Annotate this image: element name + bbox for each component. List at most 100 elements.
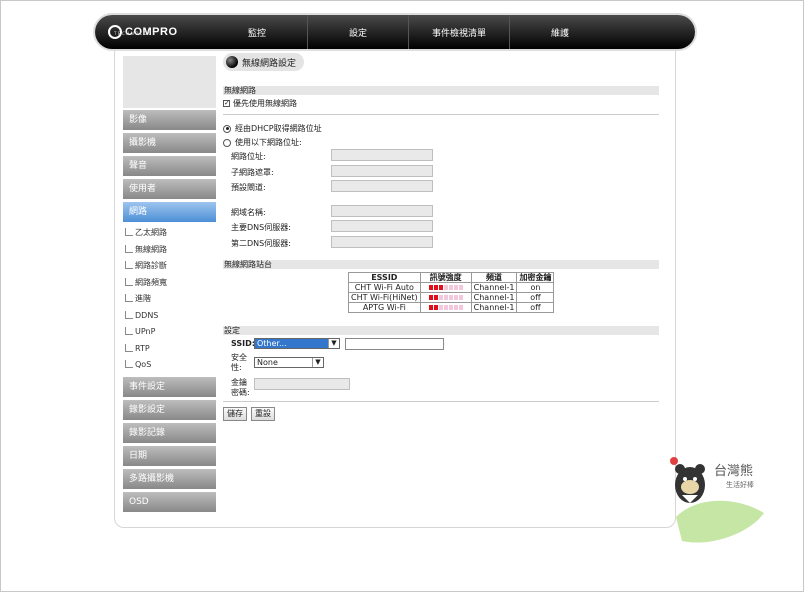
signal-strength-icon: [419, 292, 472, 303]
watermark-mascot-icon: 台灣熊 生活好棒: [670, 457, 764, 543]
dhcp-radio[interactable]: [223, 124, 231, 133]
dhcp-label: 經由DHCP取得網路位址: [235, 124, 322, 133]
sidebar-item-record-settings[interactable]: 錄影設定: [123, 399, 216, 420]
sidebar-subitem-label: 網路診斷: [135, 261, 167, 270]
sidebar: 影像 攝影機 聲音 使用者 網路 乙太網路 無線網路 網路診斷 網路頻寬 進階 …: [123, 110, 216, 515]
signal-strength-icon: [419, 282, 472, 293]
domain-name-label: 網域名稱:: [231, 208, 266, 217]
tree-branch-icon: [125, 343, 133, 352]
page-title: 無線網路設定: [223, 53, 305, 71]
sidebar-subitem-ethernet[interactable]: 乙太網路: [123, 225, 216, 242]
static-ip-label: 使用以下網路位址:: [235, 138, 302, 147]
encryption-cell: off: [516, 292, 555, 303]
encryption-cell: off: [516, 302, 555, 313]
sidebar-subitem-bandwidth[interactable]: 網路頻寬: [123, 275, 216, 292]
chevron-down-icon: ▼: [328, 339, 339, 348]
secondary-dns-field[interactable]: [331, 236, 433, 248]
nav-maintenance[interactable]: 維護: [509, 15, 610, 49]
sidebar-item-network[interactable]: 網路: [123, 202, 216, 222]
primary-dns-field[interactable]: [331, 220, 433, 232]
sidebar-subitem-label: 無線網路: [135, 244, 167, 254]
sidebar-item-users[interactable]: 使用者: [123, 179, 216, 199]
sidebar-subitem-label: 乙太網路: [135, 228, 167, 237]
table-row[interactable]: CHT Wi-Fi Auto Channel-1 on: [348, 282, 555, 293]
sidebar-item-image[interactable]: 影像: [123, 110, 216, 130]
column-header-channel: 頻道: [470, 272, 518, 283]
ip-address-label: 網路位址:: [231, 152, 266, 161]
ssid-input[interactable]: [345, 338, 444, 350]
key-label-cont: 密碼:: [231, 388, 250, 397]
camera-preview-thumbnail: [123, 56, 216, 108]
table-row[interactable]: APTG Wi-Fi Channel-1 off: [348, 302, 555, 313]
sidebar-subitem-upnp[interactable]: UPnP: [123, 324, 216, 341]
dhcp-row[interactable]: 經由DHCP取得網路位址: [223, 123, 322, 134]
sidebar-subitem-label: 進階: [135, 294, 151, 303]
sidebar-subitem-label: QoS: [135, 360, 152, 369]
prefer-wireless-row[interactable]: ✓ 優先使用無線網路: [223, 98, 297, 109]
domain-name-field[interactable]: [331, 205, 433, 217]
security-select-value: None: [257, 358, 278, 367]
svg-text:生活好棒: 生活好棒: [726, 480, 754, 489]
sidebar-subitem-label: UPnP: [135, 327, 156, 336]
tree-branch-icon: [125, 327, 133, 335]
channel-cell: Channel-1: [470, 282, 518, 293]
channel-cell: Channel-1: [470, 292, 518, 303]
security-select[interactable]: None ▼: [254, 357, 324, 368]
prefer-wireless-checkbox[interactable]: ✓: [223, 100, 230, 107]
static-ip-row[interactable]: 使用以下網路位址:: [223, 137, 302, 148]
nav-settings[interactable]: 設定: [307, 15, 408, 49]
tree-branch-icon: [125, 277, 133, 286]
sidebar-subitem-label: DDNS: [135, 310, 159, 320]
signal-strength-icon: [419, 302, 472, 313]
sidebar-item-event-settings[interactable]: 事件設定: [123, 376, 216, 397]
sidebar-item-osd[interactable]: OSD: [123, 491, 216, 512]
column-header-essid: ESSID: [348, 272, 421, 283]
subnet-mask-field[interactable]: [331, 165, 433, 177]
table-row[interactable]: CHT Wi-Fi(HiNet) Channel-1 off: [348, 292, 555, 303]
divider: [223, 114, 659, 115]
sidebar-item-record-log[interactable]: 錄影記錄: [123, 422, 216, 443]
sidebar-subitem-ddns[interactable]: DDNS: [123, 308, 216, 325]
gateway-label: 預設閘道:: [231, 183, 266, 192]
column-header-encryption: 加密金鑰: [516, 272, 555, 283]
reset-button[interactable]: 重設: [251, 407, 275, 421]
sidebar-subitem-rtp[interactable]: RTP: [123, 341, 216, 358]
sidebar-subitem-wireless[interactable]: 無線網路: [123, 242, 216, 259]
essid-cell[interactable]: CHT Wi-Fi Auto: [348, 282, 421, 293]
ssid-select-value: Other...: [257, 339, 287, 348]
nav-monitor[interactable]: 監控: [207, 15, 307, 49]
column-header-signal: 訊號強度: [419, 272, 472, 283]
subnet-mask-label: 子網路遮罩:: [231, 168, 274, 177]
ssid-select[interactable]: Other... ▼: [254, 338, 340, 349]
ssid-label: SSID:: [231, 339, 255, 348]
save-button[interactable]: 儲存: [223, 407, 247, 421]
gateway-field[interactable]: [331, 180, 433, 192]
essid-cell[interactable]: APTG Wi-Fi: [348, 302, 421, 313]
sidebar-item-date[interactable]: 日期: [123, 445, 216, 466]
main-content: 無線網路設定 無線網路 ✓ 優先使用無線網路 經由DHCP取得網路位址 使用以下…: [223, 53, 659, 421]
sidebar-item-multi-camera[interactable]: 多路攝影機: [123, 468, 216, 489]
tree-branch-icon: [125, 261, 133, 269]
sidebar-subitem-qos[interactable]: QoS: [123, 357, 216, 374]
static-ip-radio[interactable]: [223, 138, 231, 147]
svg-text:台灣熊: 台灣熊: [714, 463, 753, 479]
sidebar-item-camera[interactable]: 攝影機: [123, 133, 216, 153]
sidebar-subitem-label: 網路頻寬: [135, 277, 167, 287]
site-survey-table: ESSID 訊號強度 頻道 加密金鑰 CHT Wi-Fi Auto Channe…: [348, 272, 555, 313]
sidebar-subitem-advanced[interactable]: 進階: [123, 291, 216, 308]
tree-branch-icon: [125, 228, 133, 236]
section-site-survey: 無線網路站台: [223, 260, 659, 269]
divider: [223, 401, 659, 402]
key-password-field[interactable]: [254, 378, 350, 390]
table-header-row: ESSID 訊號強度 頻道 加密金鑰: [348, 272, 555, 283]
sidebar-item-audio[interactable]: 聲音: [123, 156, 216, 176]
sidebar-subitem-label: RTP: [135, 343, 150, 353]
secondary-dns-label: 第二DNS伺服器:: [231, 239, 291, 248]
brand-tagline: TECHNOLOGY: [114, 31, 157, 36]
security-label-cont: 性:: [231, 363, 242, 372]
ip-address-field[interactable]: [331, 149, 433, 161]
essid-cell[interactable]: CHT Wi-Fi(HiNet): [348, 292, 421, 303]
section-wireless: 無線網路: [223, 86, 659, 95]
sidebar-subitem-diagnostics[interactable]: 網路診斷: [123, 258, 216, 275]
nav-event-list[interactable]: 事件檢視清單: [408, 15, 509, 49]
